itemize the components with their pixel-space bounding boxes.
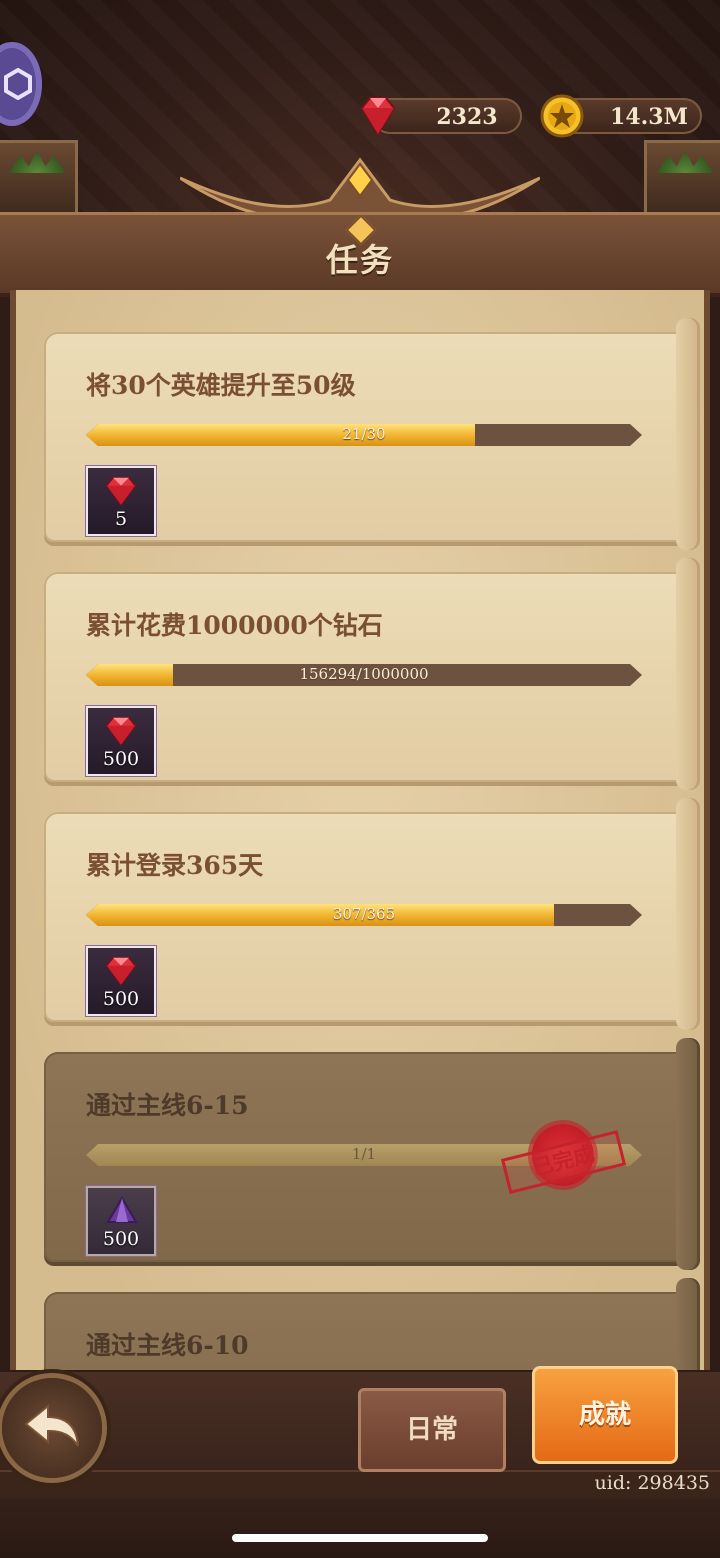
reward-quantity: 5: [114, 508, 128, 530]
back-button[interactable]: [2, 1378, 102, 1478]
reward-item[interactable]: 500: [86, 946, 156, 1016]
right-pillar-decoration: [644, 140, 720, 216]
left-pillar-decoration: [0, 140, 78, 216]
task-card: 将30个英雄提升至50级 21/30 5: [44, 318, 700, 550]
reward-quantity: 500: [102, 988, 140, 1010]
task-progress-bar: 21/30: [86, 424, 642, 446]
completed-stamp: 已完成: [496, 1111, 632, 1218]
task-card: 累计登录365天 307/365 500: [44, 798, 700, 1030]
tab-daily[interactable]: 日常: [358, 1388, 506, 1472]
gold-counter[interactable]: 14.3M: [540, 94, 702, 138]
progress-text: 21/30: [342, 425, 386, 443]
task-progress-bar: 307/365: [86, 904, 642, 926]
reward-item[interactable]: 5: [86, 466, 156, 536]
ruby-gem-icon: [105, 476, 137, 506]
progress-text: 307/365: [332, 905, 396, 923]
task-list-panel[interactable]: 将30个英雄提升至50级 21/30 5 累计花费1000000个钻石 1562…: [10, 290, 710, 1370]
purple-crystal-icon: [106, 1196, 138, 1223]
task-card-completed: 通过主线6-15 1/1 500 已完成: [44, 1038, 700, 1270]
tab-achievement[interactable]: 成就: [532, 1366, 678, 1464]
reward-quantity: 500: [102, 748, 140, 770]
ruby-gem-icon: [105, 716, 137, 746]
back-arrow-icon: [24, 1403, 79, 1447]
task-name: 将30个英雄提升至50级: [86, 371, 356, 400]
page-title: 任务: [325, 241, 394, 279]
gold-value: 14.3M: [610, 104, 688, 130]
user-id: uid: 298435: [594, 1472, 710, 1494]
gems-value: 2323: [436, 104, 498, 130]
task-name: 通过主线6-10: [86, 1331, 249, 1360]
task-name: 累计登录365天: [86, 851, 264, 880]
title-bar: 任务: [0, 212, 720, 297]
gems-counter[interactable]: 2323: [360, 97, 522, 136]
home-indicator[interactable]: [232, 1534, 488, 1542]
reward-item[interactable]: 500: [86, 1186, 156, 1256]
task-name: 通过主线6-15: [86, 1091, 249, 1120]
ruby-gem-icon: [105, 956, 137, 986]
task-card: 累计花费1000000个钻石 156294/1000000 500: [44, 558, 700, 790]
reward-quantity: 500: [102, 1228, 140, 1250]
progress-text: 156294/1000000: [299, 665, 429, 683]
reward-item[interactable]: 500: [86, 706, 156, 776]
task-card-completed: 通过主线6-10: [44, 1278, 700, 1370]
task-name: 累计花费1000000个钻石: [86, 611, 383, 640]
task-progress-bar: 156294/1000000: [86, 664, 642, 686]
